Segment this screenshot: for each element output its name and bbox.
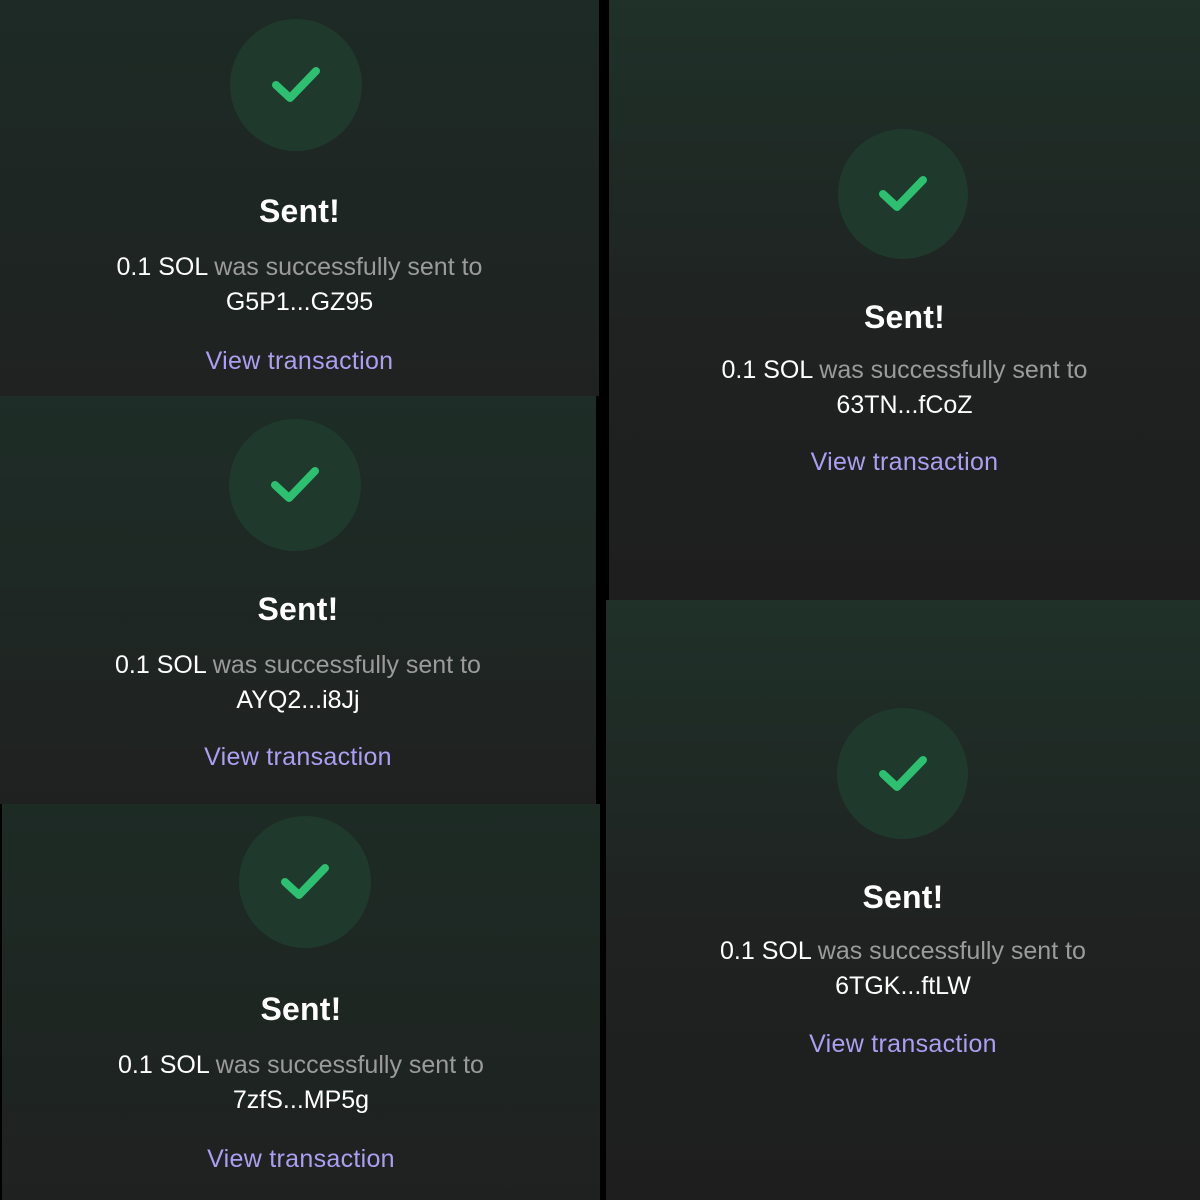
success-panel-2: Sent! 0.1 SOL was successfully sent to A… [0,396,596,804]
view-transaction-link[interactable]: View transaction [2,1145,600,1174]
sent-message-text: was successfully sent to [208,1051,484,1079]
sent-title: Sent! [864,299,945,335]
checkmark-icon [281,864,329,899]
sent-title: Sent! [260,991,342,1027]
sent-message-text: was successfully sent to [205,651,481,679]
checkmark-icon [879,176,927,211]
sent-title: Sent! [257,591,339,627]
recipient-address: 6TGK...ftLW [835,972,971,1000]
sent-title: Sent! [259,193,340,229]
sent-amount: 0.1 SOL [721,356,813,384]
checkmark-icon [878,755,927,791]
recipient-address: AYQ2...i8Jj [236,686,360,714]
sent-message-text: was successfully sent to [812,356,1088,384]
sent-amount: 0.1 SOL [118,1051,209,1079]
success-circle [230,19,362,151]
success-circle [838,129,968,259]
checkmark-icon [272,67,320,102]
view-transaction-link[interactable]: View transaction [606,1030,1200,1059]
sent-message: 0.1 SOL was successfully sent to 63TN...… [609,353,1200,423]
sent-message: 0.1 SOL was successfully sent to 6TGK...… [606,934,1200,1004]
success-panel-3: Sent! 0.1 SOL was successfully sent to 7… [2,804,600,1200]
sent-message-text: was successfully sent to [810,937,1086,965]
recipient-address: G5P1...GZ95 [225,288,374,316]
sent-amount: 0.1 SOL [116,253,208,281]
success-panel-4: Sent! 0.1 SOL was successfully sent to 6… [609,0,1200,600]
recipient-address: 63TN...fCoZ [836,391,973,419]
success-panel-5: Sent! 0.1 SOL was successfully sent to 6… [606,600,1200,1200]
success-circle [837,708,968,839]
success-panel-1: Sent! 0.1 SOL was successfully sent to G… [0,0,599,396]
checkmark-icon [271,467,319,502]
success-circle [239,816,371,948]
recipient-address: 7zfS...MP5g [232,1086,370,1114]
sent-amount: 0.1 SOL [720,937,811,965]
sent-amount: 0.1 SOL [115,651,206,679]
success-circle [229,419,361,551]
sent-title: Sent! [862,879,944,915]
sent-message-text: was successfully sent to [207,253,483,281]
sent-message: 0.1 SOL was successfully sent to 7zfS...… [2,1048,600,1118]
view-transaction-link[interactable]: View transaction [0,743,596,772]
sent-message: 0.1 SOL was successfully sent to G5P1...… [0,250,599,320]
view-transaction-link[interactable]: View transaction [0,347,599,376]
sent-message: 0.1 SOL was successfully sent to AYQ2...… [0,648,596,718]
view-transaction-link[interactable]: View transaction [609,448,1200,477]
